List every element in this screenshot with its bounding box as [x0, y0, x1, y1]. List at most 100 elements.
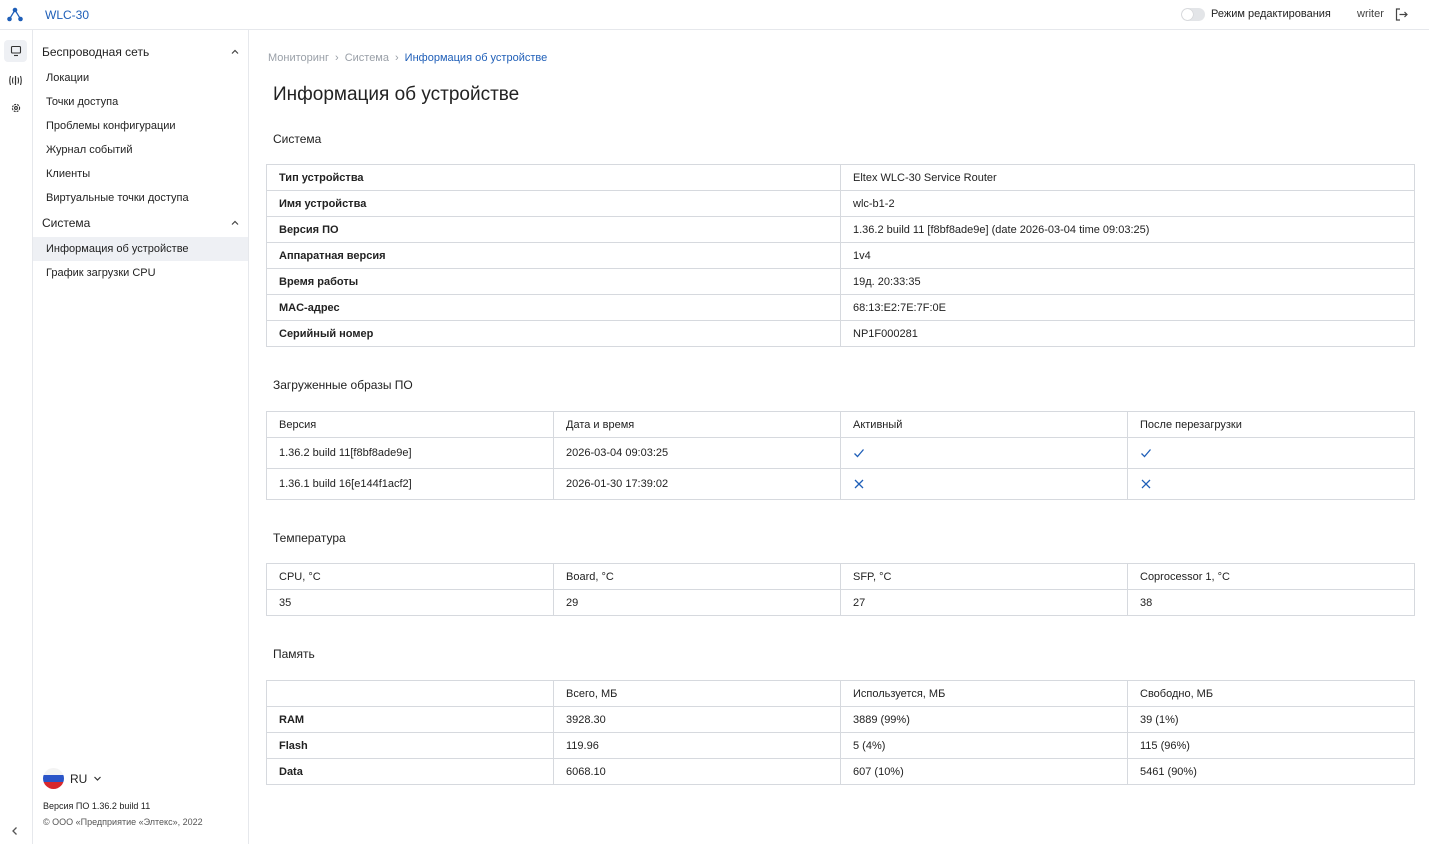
table-cell-value: 35: [266, 589, 554, 616]
table-header-cell: Активный: [840, 411, 1128, 438]
language-label: RU: [70, 771, 88, 786]
check-icon: [1141, 449, 1151, 458]
antenna-icon: [9, 75, 22, 86]
table-header-row: CPU, °C Board, °C SFP, °C Coprocessor 1,…: [266, 563, 1415, 590]
sidebar-item-event-log[interactable]: Журнал событий: [33, 138, 248, 162]
table-row: Серийный номер NP1F000281: [266, 320, 1415, 347]
table-cell-after-reboot: [1127, 468, 1415, 500]
table-row: RAM 3928.30 3889 (99%) 39 (1%): [266, 706, 1415, 733]
table-cell-value: wlc-b1-2: [840, 190, 1415, 217]
sidebar-item-clients[interactable]: Клиенты: [33, 162, 248, 186]
table-cell-total: 3928.30: [553, 706, 841, 733]
main-content: Мониторинг › Система › Информация об уст…: [249, 30, 1429, 844]
table-cell-value: 29: [553, 589, 841, 616]
cross-icon: [854, 479, 864, 489]
table-cell-version: 1.36.1 build 16[e144f1acf2]: [266, 468, 554, 500]
table-cell-datetime: 2026-03-04 09:03:25: [553, 437, 841, 469]
table-row: Data 6068.10 607 (10%) 5461 (90%): [266, 758, 1415, 785]
table-header-cell: Используется, МБ: [840, 680, 1128, 707]
rail-settings-button[interactable]: [4, 97, 27, 119]
sidebar-item-cpu-graph[interactable]: График загрузки CPU: [33, 261, 248, 285]
edit-mode-toggle[interactable]: [1181, 8, 1205, 21]
table-row: 1.36.1 build 16[e144f1acf2] 2026-01-30 1…: [266, 468, 1415, 500]
rail-monitoring-button[interactable]: [4, 40, 27, 62]
table-cell-key: MAC-адрес: [266, 294, 841, 321]
app-logo-icon[interactable]: [6, 6, 24, 24]
sidebar-item-access-points[interactable]: Точки доступа: [33, 90, 248, 114]
table-cell-key: Версия ПО: [266, 216, 841, 243]
table-cell-value: Eltex WLC-30 Service Router: [840, 164, 1415, 191]
table-row: Время работы 19д. 20:33:35: [266, 268, 1415, 295]
table-cell-value: 1.36.2 build 11 [f8bf8ade9e] (date 2026-…: [840, 216, 1415, 243]
table-row: 35 29 27 38: [266, 589, 1415, 616]
memory-table: Всего, МБ Используется, МБ Свободно, МБ …: [266, 680, 1415, 785]
table-row: 1.36.2 build 11[f8bf8ade9e] 2026-03-04 0…: [266, 437, 1415, 469]
table-header-row: Всего, МБ Используется, МБ Свободно, МБ: [266, 680, 1415, 707]
page-title: Информация об устройстве: [273, 84, 520, 105]
table-cell-name: Flash: [266, 732, 554, 759]
sidebar-group-system[interactable]: Система: [42, 214, 242, 232]
table-cell-value: 68:13:E2:7E:7F:0E: [840, 294, 1415, 321]
table-cell-total: 119.96: [553, 732, 841, 759]
table-cell-value: 38: [1127, 589, 1415, 616]
breadcrumb-current: Информация об устройстве: [404, 52, 548, 64]
table-row: Имя устройства wlc-b1-2: [266, 190, 1415, 217]
language-selector[interactable]: RU: [43, 768, 102, 789]
system-info-table: Тип устройства Eltex WLC-30 Service Route…: [266, 164, 1415, 347]
breadcrumb-separator: ›: [335, 52, 339, 64]
gear-icon: [11, 103, 20, 113]
table-cell-value: NP1F000281: [840, 320, 1415, 347]
table-header-cell: Дата и время: [553, 411, 841, 438]
logout-icon[interactable]: [1394, 7, 1409, 22]
table-cell-key: Имя устройства: [266, 190, 841, 217]
sidebar-item-virtual-aps[interactable]: Виртуальные точки доступа: [33, 186, 248, 210]
firmware-images-table: Версия Дата и время Активный После перез…: [266, 411, 1415, 500]
table-header-cell: После перезагрузки: [1127, 411, 1415, 438]
sidebar-item-device-info[interactable]: Информация об устройстве: [33, 237, 248, 261]
table-cell-free: 5461 (90%): [1127, 758, 1415, 785]
collapse-chevron-icon[interactable]: [8, 824, 22, 838]
table-row: Тип устройства Eltex WLC-30 Service Route…: [266, 164, 1415, 191]
table-header-cell: SFP, °C: [840, 563, 1128, 590]
monitor-icon: [10, 45, 21, 57]
table-cell-after-reboot: [1127, 437, 1415, 469]
sidebar-item-locations[interactable]: Локации: [33, 66, 248, 90]
table-cell-key: Тип устройства: [266, 164, 841, 191]
table-cell-datetime: 2026-01-30 17:39:02: [553, 468, 841, 500]
table-row: MAC-адрес 68:13:E2:7E:7F:0E: [266, 294, 1415, 321]
table-header-cell: Coprocessor 1, °C: [1127, 563, 1415, 590]
chevron-up-icon: [231, 220, 239, 225]
table-cell-value: 1v4: [840, 242, 1415, 269]
table-cell-used: 5 (4%): [840, 732, 1128, 759]
table-cell-total: 6068.10: [553, 758, 841, 785]
table-cell-value: 27: [840, 589, 1128, 616]
table-row: Аппаратная версия 1v4: [266, 242, 1415, 269]
table-cell-key: Аппаратная версия: [266, 242, 841, 269]
table-header-cell: Всего, МБ: [553, 680, 841, 707]
table-cell-free: 115 (96%): [1127, 732, 1415, 759]
table-header-cell: Версия: [266, 411, 554, 438]
user-name[interactable]: writer: [1357, 8, 1384, 20]
table-cell-free: 39 (1%): [1127, 706, 1415, 733]
table-header-cell: Свободно, МБ: [1127, 680, 1415, 707]
sidebar-group-wireless[interactable]: Беспроводная сеть: [42, 43, 242, 61]
rail-wireless-button[interactable]: [4, 69, 27, 91]
app-title[interactable]: WLC-30: [45, 8, 89, 22]
version-note: Версия ПО 1.36.2 build 11: [43, 801, 151, 811]
table-header-cell: Board, °C: [553, 563, 841, 590]
icon-rail: [0, 30, 33, 844]
chevron-down-icon: [94, 776, 102, 781]
table-row: Flash 119.96 5 (4%) 115 (96%): [266, 732, 1415, 759]
breadcrumb-monitoring[interactable]: Мониторинг: [268, 52, 329, 64]
table-header-cell: [266, 680, 554, 707]
table-cell-name: Data: [266, 758, 554, 785]
top-bar: WLC-30 Режим редактирования writer: [0, 0, 1429, 30]
breadcrumb-separator: ›: [395, 52, 399, 64]
table-cell-name: RAM: [266, 706, 554, 733]
sidebar-item-config-problems[interactable]: Проблемы конфигурации: [33, 114, 248, 138]
temperature-section-title: Температура: [273, 531, 346, 545]
breadcrumb-system[interactable]: Система: [345, 52, 389, 64]
table-cell-value: 19д. 20:33:35: [840, 268, 1415, 295]
check-icon: [854, 449, 864, 458]
cross-icon: [1141, 479, 1151, 489]
